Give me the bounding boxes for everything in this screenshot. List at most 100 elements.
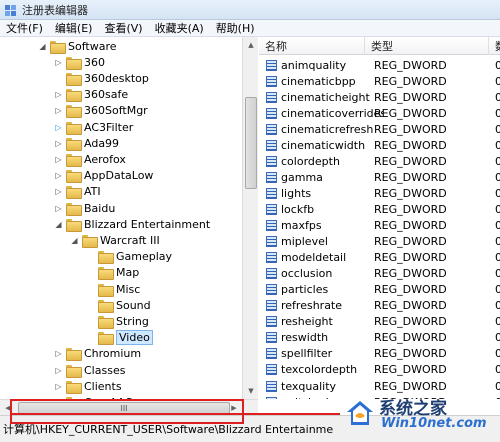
tree-node[interactable]: ▷ AppDataLow [54,168,153,184]
dword-value-icon [266,300,277,312]
tree-node[interactable]: 360desktop [54,70,149,86]
tree-vertical-scrollbar[interactable]: ▲ ▼ [242,37,258,399]
menu-edit[interactable]: 编辑(E) [49,20,99,36]
value-data: 0 [495,251,500,265]
tree-node[interactable]: Misc [86,281,140,297]
value-type: REG_DWORD [374,202,447,216]
collapsed-arrow-icon[interactable]: ▷ [54,184,63,200]
value-row[interactable]: modeldetail REG_DWORD 0 [259,250,500,266]
collapsed-arrow-icon[interactable]: ▷ [54,362,63,378]
value-data: 0 [495,154,500,168]
value-row[interactable]: spellfilter REG_DWORD 0 [259,346,500,362]
value-row[interactable]: colordepth REG_DWORD 0 [259,153,500,169]
dword-value-icon [266,139,277,151]
menu-file[interactable]: 文件(F) [0,20,49,36]
value-row[interactable]: animquality REG_DWORD 0 [259,57,500,73]
value-row[interactable]: cinematicoverrides REG_DWORD 0 [259,105,500,121]
value-name: cinematicwidth [281,138,366,152]
column-name-header[interactable]: 名称 [259,37,365,55]
tree-node[interactable]: ▷ Baidu [54,200,115,216]
value-name: maxfps [281,219,322,232]
collapsed-arrow-icon[interactable]: ▷ [54,346,63,362]
collapsed-arrow-icon[interactable]: ▷ [54,54,63,70]
folder-icon [66,218,82,232]
value-row[interactable]: cinematicrefresh REG_DWORD 0 [259,121,500,137]
expanded-arrow-icon[interactable]: ◢ [70,232,79,248]
collapsed-arrow-icon[interactable]: ▷ [54,151,63,167]
tree-node[interactable]: ▷ Clients [54,378,122,394]
expanded-arrow-icon[interactable]: ◢ [38,38,47,54]
value-row[interactable]: miplevel REG_DWORD 0 [259,234,500,250]
tree-node[interactable]: ▷ 360safe [54,87,128,103]
tree-node[interactable]: ◢ Software [38,38,117,54]
tree-node[interactable]: Sound [86,297,151,313]
tree-node[interactable]: ▷ 360 [54,54,105,70]
collapsed-arrow-icon[interactable]: ▷ [54,200,63,216]
collapsed-arrow-icon[interactable]: ▷ [54,135,63,151]
value-row[interactable]: refreshrate REG_DWORD 0 [259,298,500,314]
scroll-up-arrow-icon[interactable]: ▲ [243,37,259,53]
collapsed-arrow-icon[interactable]: ▷ [54,87,63,103]
value-row[interactable]: maxfps REG_DWORD 0 [259,218,500,234]
value-type: REG_DWORD [374,58,447,72]
value-name: refreshrate [281,299,343,313]
registry-values-list[interactable]: 名称 类型 数 animquality REG_DWORD 0 cinematicbp… [259,37,500,399]
tree-node[interactable]: ▷ ATI [54,184,101,200]
value-data: 0 [495,202,500,216]
scroll-thumb[interactable] [245,97,257,189]
value-name: resheight [281,315,333,329]
value-data: 0 [495,106,500,120]
value-row[interactable]: lockfb REG_DWORD 0 [259,201,500,217]
value-row[interactable]: cinematicwidth REG_DWORD 0 [259,137,500,153]
watermark-url: Win10net.com [381,416,487,431]
collapsed-arrow-icon[interactable]: ▷ [54,103,63,119]
value-row[interactable]: particles REG_DWORD 0 [259,282,500,298]
dword-value-icon [266,203,277,215]
value-row[interactable]: cinematicbpp REG_DWORD 0 [259,73,500,89]
dword-value-icon [266,107,277,119]
tree-node[interactable]: ◢ Warcraft III [70,232,160,248]
folder-icon [98,315,114,329]
registry-key-tree[interactable]: ◢ Software ▷ 360 360desktop ▷ 360safe ▷ 360SoftM… [0,37,258,399]
value-name: miplevel [281,235,328,249]
tree-node[interactable]: ▷ Classes [54,362,125,378]
tree-node[interactable]: ◢ Blizzard Entertainment [54,216,210,232]
tree-node[interactable]: ▷ Chromium [54,346,141,362]
value-row[interactable]: resheight REG_DWORD 0 [259,314,500,330]
column-data-header[interactable]: 数 [489,37,500,55]
collapsed-arrow-icon[interactable]: ▷ [54,168,63,184]
tree-node[interactable]: ▷ Ada99 [54,135,119,151]
menu-view[interactable]: 查看(V) [98,20,148,36]
value-row[interactable]: lights REG_DWORD 0 [259,185,500,201]
folder-icon [98,332,114,346]
collapsed-arrow-icon[interactable]: ▷ [54,119,63,135]
menu-help[interactable]: 帮助(H) [210,20,261,36]
value-data: 0 [495,235,500,249]
value-type: REG_DWORD [374,251,447,265]
tree-node[interactable]: Map [86,265,139,281]
tree-node[interactable]: ▷ Aerofox [54,151,126,167]
collapsed-arrow-icon[interactable]: ▷ [54,378,63,394]
scroll-down-arrow-icon[interactable]: ▼ [243,383,259,399]
value-data: 0 [495,219,500,232]
value-type: REG_DWORD [374,219,447,232]
value-row[interactable]: texcolordepth REG_DWORD 0 [259,362,500,378]
value-name: animquality [281,58,347,72]
menu-favorites[interactable]: 收藏夹(A) [149,20,210,36]
column-type-header[interactable]: 类型 [365,37,489,55]
folder-icon [66,72,82,86]
tree-node[interactable]: ▷ AC3Filter [54,119,133,135]
expanded-arrow-icon[interactable]: ◢ [54,216,63,232]
tree-node[interactable]: Gameplay [86,249,172,265]
tree-node[interactable]: ▷ 360SoftMgr [54,103,148,119]
tree-node[interactable]: String [86,313,149,329]
value-row[interactable]: cinematicheight REG_DWORD 0 [259,89,500,105]
value-row[interactable]: gamma REG_DWORD 0 [259,169,500,185]
value-row[interactable]: occlusion REG_DWORD 0 [259,266,500,282]
value-row[interactable]: reswidth REG_DWORD 0 [259,330,500,346]
tree-node-label: Clients [84,379,122,393]
tree-node[interactable]: Video [86,330,153,346]
value-name: cinematicrefresh [281,122,374,136]
